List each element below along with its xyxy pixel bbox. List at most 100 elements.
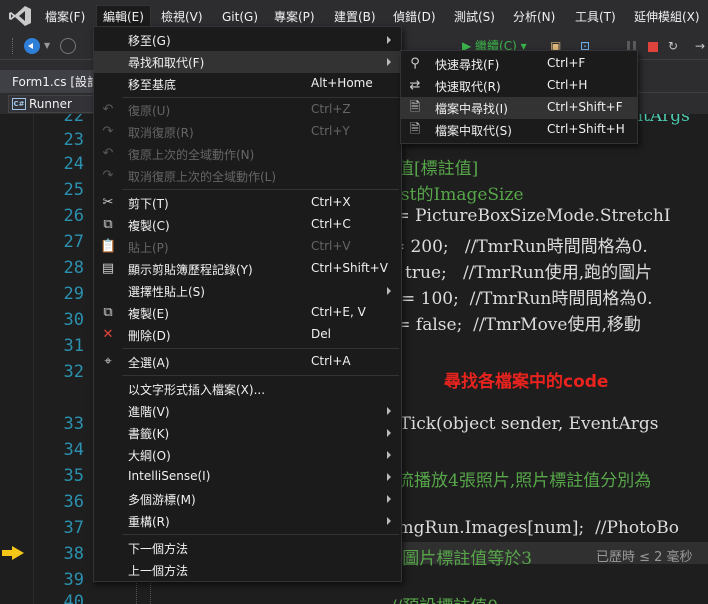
edit-menu-dropdown: 移至(G) 尋找和取代(F) 移至基底 Alt+Home ↶ 復原(U) Ctrl+Z ↷ 取消… <box>93 26 402 582</box>
line-number: 40 <box>63 592 84 604</box>
class-dropdown[interactable]: C# Runner <box>8 95 103 113</box>
code-line[interactable]: 輪流播放4張照片,照片標註值分別為 <box>380 466 651 491</box>
edit-menu-item-shortcut: Del <box>311 327 331 341</box>
stop-icon[interactable] <box>648 42 658 52</box>
edit-menu-item[interactable]: 選擇性貼上(S) <box>94 280 401 302</box>
menu-test[interactable]: 測試(S) <box>453 8 496 26</box>
edit-menu-item-label: 剪下(T) <box>128 197 169 211</box>
find-submenu-item[interactable]: ⇄ 快速取代(R) Ctrl+H <box>401 75 637 97</box>
edit-menu-item[interactable]: ⌖ 全選(A) Ctrl+A <box>94 351 401 373</box>
tab-form1-designer[interactable]: Form1.cs [設計] <box>0 70 100 92</box>
submenu-arrow-icon <box>387 517 391 525</box>
navigate-forward-icon[interactable] <box>60 38 76 54</box>
edit-menu-item[interactable]: 重構(R) <box>94 510 401 532</box>
menu-file[interactable]: 檔案(F) <box>44 8 86 26</box>
quick-replace-icon: ⇄ <box>409 78 421 93</box>
line-number: 26 <box>63 206 84 226</box>
edit-menu-item-label: 書籤(K) <box>128 427 170 441</box>
line-number: 22 <box>63 114 84 126</box>
find-submenu-item[interactable]: 🗎 檔案中取代(S) Ctrl+Shift+H <box>401 119 637 141</box>
menu-separator <box>122 189 399 190</box>
redo-global-icon: ↷ <box>102 168 114 183</box>
menu-analyze[interactable]: 分析(N) <box>512 8 556 26</box>
debug-current-statement-icon <box>2 546 24 560</box>
menu-build[interactable]: 建置(B) <box>333 8 377 26</box>
code-line[interactable]: e = PictureBoxSizeMode.StretchI <box>380 206 671 226</box>
line-number: 36 <box>63 492 84 512</box>
submenu-arrow-icon <box>387 451 391 459</box>
edit-menu-item[interactable]: 以文字形式插入檔案(X)... <box>94 378 401 400</box>
menu-tools[interactable]: 工具(T) <box>574 8 617 26</box>
breakpoint-margin[interactable] <box>0 114 34 604</box>
menu-debug[interactable]: 偵錯(D) <box>392 8 437 26</box>
toolbar-grip[interactable] <box>12 38 16 54</box>
copy-icon: ⧉ <box>103 217 113 232</box>
code-line[interactable]: d = false; //TmrMove使用,移動 <box>380 310 641 335</box>
menu-separator <box>122 348 399 349</box>
menu-extensions[interactable]: 延伸模組(X) <box>633 8 701 26</box>
code-line[interactable]: //圖片標註值等於3 <box>380 544 532 569</box>
edit-menu-item-shortcut: Ctrl+Z <box>311 102 351 116</box>
step-icon[interactable]: → <box>695 38 705 54</box>
quick-find-icon: ⚲ <box>410 56 420 71</box>
edit-menu-item[interactable]: 書籤(K) <box>94 422 401 444</box>
code-line[interactable]: n_Tick(object sender, EventArgs <box>380 414 659 434</box>
chevron-down-icon[interactable]: ▼ <box>44 41 50 50</box>
menu-git[interactable]: Git(G) <box>221 8 259 26</box>
menu-project[interactable]: 專案(P) <box>273 8 316 26</box>
code-line[interactable]: = true; //TmrRun使用,跑的圖片 <box>380 258 652 283</box>
menu-separator <box>122 534 399 535</box>
undo-global-icon: ↶ <box>102 146 114 161</box>
edit-menu-item-label: 移至(G) <box>128 34 171 48</box>
edit-menu-item[interactable]: ⧉ 複製(C) Ctrl+C <box>94 214 401 236</box>
edit-menu-item[interactable]: 移至(G) <box>94 29 401 51</box>
edit-menu-item-shortcut: Ctrl+C <box>311 217 351 231</box>
perf-tip[interactable]: 已歷時 ≤ 2 毫秒 <box>596 546 693 565</box>
edit-menu-item: 📋 貼上(P) Ctrl+V <box>94 236 401 258</box>
edit-menu-item[interactable]: 進階(V) <box>94 400 401 422</box>
edit-menu-item-label: 複製(E) <box>128 307 169 321</box>
edit-menu-item[interactable]: ▤ 顯示剪貼簿歷程記錄(Y) Ctrl+Shift+V <box>94 258 401 280</box>
edit-menu-item[interactable]: 移至基底 Alt+Home <box>94 73 401 95</box>
find-and-replace-submenu: ⚲ 快速尋找(F) Ctrl+F ⇄ 快速取代(R) Ctrl+H 🗎 檔案中尋找(I) Ctr… <box>400 50 638 144</box>
line-number: 35 <box>63 466 84 486</box>
edit-menu-item[interactable]: 多個游標(M) <box>94 488 401 510</box>
submenu-arrow-icon <box>387 429 391 437</box>
submenu-arrow-icon <box>387 495 391 503</box>
line-number: 39 <box>63 570 84 590</box>
code-line[interactable]: ImgRun.Images[num]; //PhotoBo <box>380 518 679 538</box>
code-line[interactable]: l = 200; //TmrRun時間間格為0. <box>380 232 648 257</box>
edit-menu-item[interactable]: 大綱(O) <box>94 444 401 466</box>
visual-studio-logo-icon[interactable] <box>8 5 32 27</box>
edit-menu-item[interactable]: 上一個方法 <box>94 559 401 581</box>
edit-menu-item[interactable]: ✂ 剪下(T) Ctrl+X <box>94 192 401 214</box>
menu-view[interactable]: 檢視(V) <box>160 8 204 26</box>
edit-menu-item[interactable]: 尋找和取代(F) <box>94 51 401 73</box>
edit-menu-item[interactable]: IntelliSense(I) <box>94 466 401 488</box>
replace-in-files-icon: 🗎 <box>409 122 421 137</box>
line-number: 23 <box>63 130 84 150</box>
edit-menu-item-label: 全選(A) <box>128 356 170 370</box>
find-submenu-item[interactable]: ⚲ 快速尋找(F) Ctrl+F <box>401 53 637 75</box>
edit-menu-item-label: 復原上次的全域動作(N) <box>128 148 255 162</box>
submenu-arrow-icon <box>387 36 391 44</box>
submenu-arrow-icon <box>387 407 391 415</box>
edit-menu-item: ↷ 取消復原上次的全域動作(L) <box>94 165 401 187</box>
line-number: 28 <box>63 258 84 278</box>
edit-menu-item-label: 以文字形式插入檔案(X)... <box>128 383 266 397</box>
select-all-icon: ⌖ <box>104 354 112 369</box>
edit-menu-item[interactable]: 下一個方法 <box>94 537 401 559</box>
code-line[interactable]: al = 100; //TmrRun時間間格為0. <box>380 284 653 309</box>
clipboard-icon: ▤ <box>101 261 115 276</box>
restart-icon[interactable]: ↻ <box>668 38 678 54</box>
navigate-back-icon[interactable] <box>24 38 40 54</box>
edit-menu-item: ↷ 取消復原(R) Ctrl+Y <box>94 121 401 143</box>
edit-menu-item[interactable]: ⧉ 複製(E) Ctrl+E, V <box>94 302 401 324</box>
edit-menu-item-label: 取消復原(R) <box>128 126 194 140</box>
edit-menu-item[interactable]: ✕ 刪除(D) Del <box>94 324 401 346</box>
menu-separator <box>122 97 399 98</box>
edit-menu-item-label: 上一個方法 <box>128 564 189 578</box>
code-line[interactable]: //預設標註值0 <box>380 592 498 604</box>
find-submenu-item[interactable]: 🗎 檔案中尋找(I) Ctrl+Shift+F <box>401 97 637 119</box>
line-number: 31 <box>63 336 84 356</box>
